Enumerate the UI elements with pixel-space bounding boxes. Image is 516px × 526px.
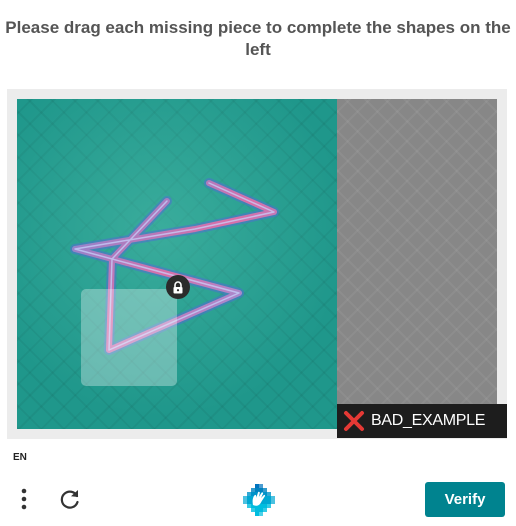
zigzag-shape bbox=[70, 178, 279, 355]
refresh-icon bbox=[60, 490, 79, 509]
cross-icon bbox=[344, 411, 364, 431]
verify-button[interactable]: Verify bbox=[425, 482, 505, 517]
lock-icon bbox=[166, 275, 190, 299]
refresh-button[interactable] bbox=[55, 484, 85, 514]
instruction-text: Please drag each missing piece to comple… bbox=[5, 18, 511, 59]
vertical-dots-icon bbox=[21, 488, 27, 510]
watermark-text: BAD_EXAMPLE bbox=[371, 412, 486, 429]
menu-button[interactable] bbox=[12, 484, 36, 514]
piece-drop-slot[interactable] bbox=[81, 289, 177, 386]
language-selector[interactable]: EN bbox=[13, 452, 27, 463]
piece-tray[interactable] bbox=[337, 99, 497, 429]
puzzle-board bbox=[17, 99, 337, 429]
hcaptcha-logo-icon[interactable] bbox=[242, 483, 276, 517]
watermark-badge: BAD_EXAMPLE bbox=[337, 404, 507, 438]
